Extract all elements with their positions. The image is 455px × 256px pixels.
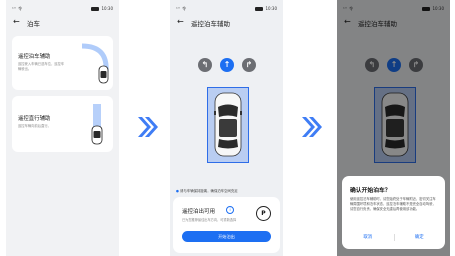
status-bar: ᵃˡˡ 令 10:30 bbox=[176, 6, 277, 14]
card-description: 遥控驶入车辆已选车位，遥控车辆驶出。 bbox=[18, 62, 65, 71]
page-title: 泊车 bbox=[27, 20, 40, 28]
safety-tip: ● 请与车辆保持距离，确保泊车空间充足 bbox=[176, 189, 238, 193]
remote-straight-card[interactable]: 遥控直行辅助 遥控车辆向前后直行。 bbox=[12, 96, 113, 152]
back-arrow-icon[interactable]: ← bbox=[13, 17, 20, 26]
dialog-body: 使用遥控泊车辅助时，请您始终处于车辆附近，密切关注车辆周围环境和泊车状态，遥控泊… bbox=[350, 197, 436, 212]
screen-parking-menu: ᵃˡˡ 令 10:30 ← 泊车 遥控泊车辅助 遥控驶入车辆已选车位，遥控车辆驶… bbox=[6, 0, 119, 256]
start-parking-out-button[interactable]: 开始泊出 bbox=[182, 231, 271, 242]
car-top-view bbox=[214, 92, 242, 157]
status-time: 10:30 bbox=[101, 6, 113, 11]
battery-icon bbox=[255, 7, 264, 11]
straight-path-car-illustration bbox=[91, 104, 103, 145]
status-bar: ᵃˡˡ 令 10:30 bbox=[12, 6, 113, 14]
confirm-dialog: 确认开始泊车？ 使用遥控泊车辅助时，请您始终处于车辆附近，密切关注车辆周围环境和… bbox=[342, 176, 445, 249]
gear-indicator: P bbox=[256, 206, 271, 221]
turn-right-button[interactable]: ↱ bbox=[242, 58, 256, 72]
nav-bar: ← 泊车 bbox=[13, 17, 113, 28]
dialog-title: 确认开始泊车？ bbox=[350, 188, 391, 194]
back-arrow-icon[interactable]: ← bbox=[177, 17, 184, 26]
parking-spot bbox=[207, 87, 249, 163]
next-step-arrow-icon bbox=[302, 117, 322, 137]
signal-wifi-icon: ᵃˡˡ 令 bbox=[12, 6, 23, 11]
status-time: 10:30 bbox=[265, 6, 277, 11]
status-description: 已为您推荐最佳出车方向，可重新选择 bbox=[182, 218, 237, 222]
card-title: 遥控直行辅助 bbox=[18, 116, 51, 122]
straight-button[interactable]: ↑ bbox=[220, 58, 234, 72]
curved-path-car-illustration bbox=[81, 43, 109, 84]
status-title: 遥控泊出可用 bbox=[182, 209, 216, 215]
card-description: 遥控车辆向前后直行。 bbox=[18, 124, 51, 128]
bottom-sheet: 遥控泊出可用 i 已为您推荐最佳出车方向，可重新选择 P 开始泊出 bbox=[173, 197, 280, 253]
direction-buttons: ↰ ↑ ↱ bbox=[170, 58, 283, 74]
battery-icon bbox=[91, 7, 100, 11]
cancel-button[interactable]: 取消 bbox=[342, 234, 394, 240]
next-step-arrow-icon bbox=[138, 117, 158, 137]
info-icon[interactable]: i bbox=[226, 206, 234, 214]
screen-remote-parking: ᵃˡˡ 令 10:30 ← 遥控泊车辅助 ↰ ↑ ↱ ● 请与车辆保持距离，确保… bbox=[170, 0, 283, 256]
confirm-button[interactable]: 确定 bbox=[394, 234, 446, 240]
page-title: 遥控泊车辅助 bbox=[191, 20, 230, 28]
card-title: 遥控泊车辅助 bbox=[18, 54, 51, 60]
remote-parking-card[interactable]: 遥控泊车辅助 遥控驶入车辆已选车位，遥控车辆驶出。 bbox=[12, 36, 113, 90]
nav-bar: ← 遥控泊车辅助 bbox=[177, 17, 277, 28]
signal-wifi-icon: ᵃˡˡ 令 bbox=[176, 6, 187, 11]
screen-confirm-dialog: ᵃˡˡ 令 10:30 ← 遥控泊车辅助 ↰ ↑ ↱ 确认开始泊车？ 使用遥控泊… bbox=[337, 0, 450, 256]
turn-left-button[interactable]: ↰ bbox=[198, 58, 212, 72]
